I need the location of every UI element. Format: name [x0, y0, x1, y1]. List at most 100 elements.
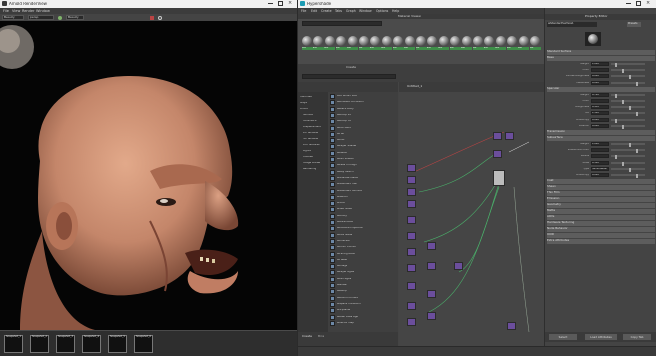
tab-bins[interactable]: Bins	[318, 335, 324, 338]
slider-handle[interactable]	[636, 81, 638, 86]
node-list-item[interactable]: aiRound Corners	[330, 295, 396, 302]
slider-handle[interactable]	[622, 100, 624, 104]
node-list-item[interactable]: aiNoise	[330, 283, 396, 289]
node-list-item[interactable]: Aov Write Float	[330, 94, 396, 100]
material-swatch[interactable]	[484, 36, 495, 46]
snapshot-thumb-6[interactable]: Snapshot_6	[134, 335, 153, 353]
material-swatch[interactable]	[393, 36, 404, 46]
attribute-field[interactable]	[591, 154, 609, 159]
aov-dropdown[interactable]: Beauty	[2, 15, 24, 20]
material-swatch[interactable]	[450, 36, 461, 46]
slider-handle[interactable]	[615, 118, 617, 123]
material-swatch[interactable]	[495, 36, 506, 46]
attribute-field[interactable]: randomwalk	[591, 166, 609, 171]
attribute-slider[interactable]	[611, 63, 645, 67]
node-list-item[interactable]: aiCell Noise	[330, 232, 396, 239]
tab-untitled[interactable]: Untitled_1	[407, 85, 422, 88]
attribute-slider[interactable]	[611, 167, 645, 172]
section-header[interactable]: Base	[547, 56, 655, 61]
slider-handle[interactable]	[636, 149, 638, 154]
section-header[interactable]: Emission	[547, 197, 655, 203]
graph-node[interactable]	[407, 216, 416, 224]
attribute-field[interactable]: 0.000	[591, 74, 609, 79]
maximize-icon[interactable]	[636, 1, 641, 6]
graph-node[interactable]	[407, 176, 416, 184]
node-list-item[interactable]: aiColor Correct	[330, 245, 396, 251]
section-header[interactable]: AOVs	[547, 215, 655, 221]
snapshot-thumb-5[interactable]: Snapshot_5	[108, 335, 127, 353]
slider-handle[interactable]	[615, 155, 617, 160]
slider-handle[interactable]	[629, 143, 631, 147]
attribute-slider[interactable]	[611, 118, 645, 123]
tree-item[interactable]: 3D Textures	[303, 138, 318, 141]
tree-item[interactable]: Maya	[300, 102, 307, 105]
snapshot-thumb-1[interactable]: Snapshot_1	[4, 335, 23, 353]
graph-node[interactable]	[507, 322, 516, 330]
section-header[interactable]: Extra Attributes	[547, 239, 655, 245]
node-list-item[interactable]: aiUtility	[330, 213, 396, 220]
section-header[interactable]: Geometry	[547, 203, 655, 209]
attribute-slider[interactable]	[611, 143, 645, 147]
graph-node[interactable]	[407, 302, 416, 310]
node-list-item[interactable]: aiToon	[330, 201, 396, 207]
minimize-icon[interactable]	[268, 3, 273, 4]
attribute-slider[interactable]	[611, 106, 645, 111]
menu-graph[interactable]: Graph	[346, 9, 356, 13]
graph-node[interactable]	[505, 132, 514, 140]
menu-tabs[interactable]: Tabs	[335, 9, 342, 13]
section-header[interactable]: Matte	[547, 209, 655, 215]
slider-handle[interactable]	[615, 63, 617, 67]
attribute-field[interactable]: 0.700	[591, 92, 609, 97]
material-swatch[interactable]	[438, 36, 449, 46]
menu-view[interactable]: View	[12, 9, 20, 13]
attribute-field[interactable]: 1.000	[591, 142, 609, 146]
menu-file[interactable]: File	[301, 9, 306, 13]
attribute-slider[interactable]	[611, 174, 645, 178]
section-header[interactable]: Standard Surface	[547, 50, 655, 55]
section-header[interactable]: Hardware Texturing	[547, 221, 655, 227]
material-swatch[interactable]	[530, 36, 540, 46]
tree-item[interactable]: Rendering	[303, 168, 316, 171]
close-icon[interactable]: ×	[646, 1, 650, 6]
node-list-item[interactable]: aiTwo Sided	[330, 207, 396, 213]
display-dropdown[interactable]: Beauty	[66, 15, 84, 20]
material-swatch[interactable]	[404, 36, 415, 46]
material-swatch[interactable]	[518, 36, 529, 46]
material-swatch[interactable]	[324, 36, 335, 46]
node-list-item[interactable]: aiSwitch	[330, 194, 396, 201]
node-graph-canvas[interactable]	[399, 92, 544, 346]
snapshot-thumb-3[interactable]: Snapshot_3	[56, 335, 75, 353]
graph-node[interactable]	[427, 262, 436, 270]
material-swatch[interactable]	[427, 36, 438, 46]
material-swatch[interactable]	[461, 36, 472, 46]
menu-file[interactable]: File	[3, 9, 9, 13]
node-name-field[interactable]: aiStandardSurface1	[547, 22, 597, 27]
material-swatch[interactable]	[313, 36, 324, 46]
maximize-icon[interactable]	[278, 1, 283, 6]
node-list-item[interactable]: aiChecker	[330, 238, 396, 245]
graph-node[interactable]	[493, 150, 502, 158]
node-list-item[interactable]: aiTriplanar	[330, 308, 396, 314]
select-button[interactable]: Select	[549, 334, 577, 340]
node-list-item[interactable]: aiMix Rgba	[330, 276, 396, 283]
node-list-item[interactable]: aiSpace Transform	[330, 301, 396, 308]
slider-handle[interactable]	[636, 174, 638, 178]
attribute-slider[interactable]	[611, 81, 645, 86]
tree-item[interactable]: Surface	[303, 114, 313, 117]
node-list-item[interactable]: aiBlack Body	[330, 106, 396, 113]
camera-dropdown[interactable]: persp	[28, 15, 54, 20]
section-header[interactable]: Sheen	[547, 185, 655, 191]
node-list-item[interactable]: aiAmbient Occlusion	[330, 100, 396, 106]
filter-input[interactable]	[302, 74, 396, 79]
node-list-item[interactable]: aiImage	[330, 264, 396, 270]
node-list-item[interactable]: aiFlat	[330, 131, 396, 138]
tree-item[interactable]: Env Textures	[303, 144, 320, 147]
attribute-slider[interactable]	[611, 69, 645, 74]
node-list-item[interactable]: aiCar Paint	[330, 125, 396, 132]
slider-handle[interactable]	[629, 75, 631, 80]
attribute-field[interactable]	[591, 68, 609, 73]
node-list-item[interactable]: aiRamp	[330, 289, 396, 295]
snapshot-thumb-4[interactable]: Snapshot_4	[82, 335, 101, 353]
tree-item[interactable]: Arnold	[300, 108, 308, 111]
copy-tab-button[interactable]: Copy Tab	[623, 334, 651, 340]
